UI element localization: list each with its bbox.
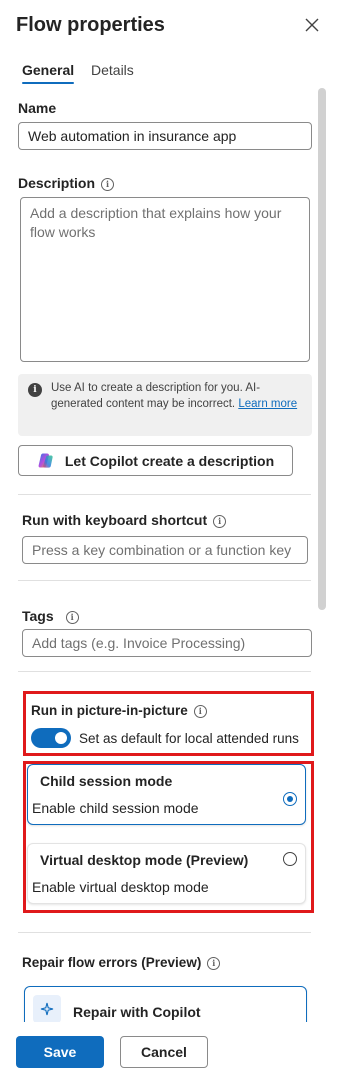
divider <box>18 580 311 581</box>
close-icon[interactable] <box>305 18 319 32</box>
picture-in-picture-label: Run in picture-in-picture i <box>31 703 207 718</box>
keyboard-shortcut-label: Run with keyboard shortcut i <box>22 512 227 528</box>
scrollbar[interactable] <box>318 88 326 1018</box>
keyboard-shortcut-field[interactable]: Press a key combination or a function ke… <box>22 536 308 564</box>
info-icon[interactable]: i <box>65 611 79 624</box>
child-session-mode-radio[interactable] <box>283 792 297 806</box>
tab-details[interactable]: Details <box>91 62 134 78</box>
picture-in-picture-toggle-label: Set as default for local attended runs <box>79 731 299 746</box>
divider <box>18 671 311 672</box>
virtual-desktop-mode-description: Enable virtual desktop mode <box>32 879 209 895</box>
description-field[interactable]: Add a description that explains how your… <box>20 197 310 362</box>
description-label: Description i <box>18 175 115 191</box>
name-label: Name <box>18 100 57 116</box>
name-field[interactable]: Web automation in insurance app <box>18 122 312 150</box>
copilot-icon <box>38 452 53 468</box>
cancel-button[interactable]: Cancel <box>120 1036 208 1068</box>
tags-label: Tags i <box>22 608 79 624</box>
child-session-mode-title: Child session mode <box>40 773 173 789</box>
virtual-desktop-mode-radio[interactable] <box>283 852 297 866</box>
picture-in-picture-toggle[interactable] <box>31 728 71 748</box>
panel-title: Flow properties <box>16 14 165 36</box>
description-label-text: Description <box>18 175 96 191</box>
virtual-desktop-mode-title: Virtual desktop mode (Preview) <box>40 852 249 868</box>
child-session-mode-description: Enable child session mode <box>32 800 199 816</box>
ai-notice: i Use AI to create a description for you… <box>18 374 312 436</box>
learn-more-link[interactable]: Learn more <box>238 398 297 410</box>
tags-label-text: Tags <box>22 608 54 624</box>
scrollbar-thumb[interactable] <box>318 88 326 610</box>
save-button[interactable]: Save <box>16 1036 104 1068</box>
tags-field[interactable]: Add tags (e.g. Invoice Processing) <box>22 629 312 657</box>
picture-in-picture-label-text: Run in picture-in-picture <box>31 703 188 718</box>
keyboard-shortcut-label-text: Run with keyboard shortcut <box>22 512 208 528</box>
info-icon[interactable]: i <box>207 957 221 970</box>
divider <box>18 494 311 495</box>
repair-flow-errors-label: Repair flow errors (Preview) i <box>22 955 221 970</box>
repair-flow-errors-label-text: Repair flow errors (Preview) <box>22 955 202 970</box>
sparkle-icon <box>33 995 61 1023</box>
info-icon[interactable]: i <box>213 515 227 528</box>
copilot-description-label: Let Copilot create a description <box>64 452 275 469</box>
info-icon[interactable]: i <box>101 178 115 191</box>
info-icon[interactable]: i <box>193 705 207 718</box>
info-filled-icon: i <box>28 383 42 397</box>
ai-notice-text: Use AI to create a description for you. … <box>51 382 261 410</box>
tab-general[interactable]: General <box>22 62 75 84</box>
divider <box>18 932 311 933</box>
copilot-description-button[interactable]: Let Copilot create a description <box>18 445 293 476</box>
repair-with-copilot-title: Repair with Copilot <box>73 1004 201 1020</box>
sparkle-icon-shape <box>40 1002 54 1016</box>
